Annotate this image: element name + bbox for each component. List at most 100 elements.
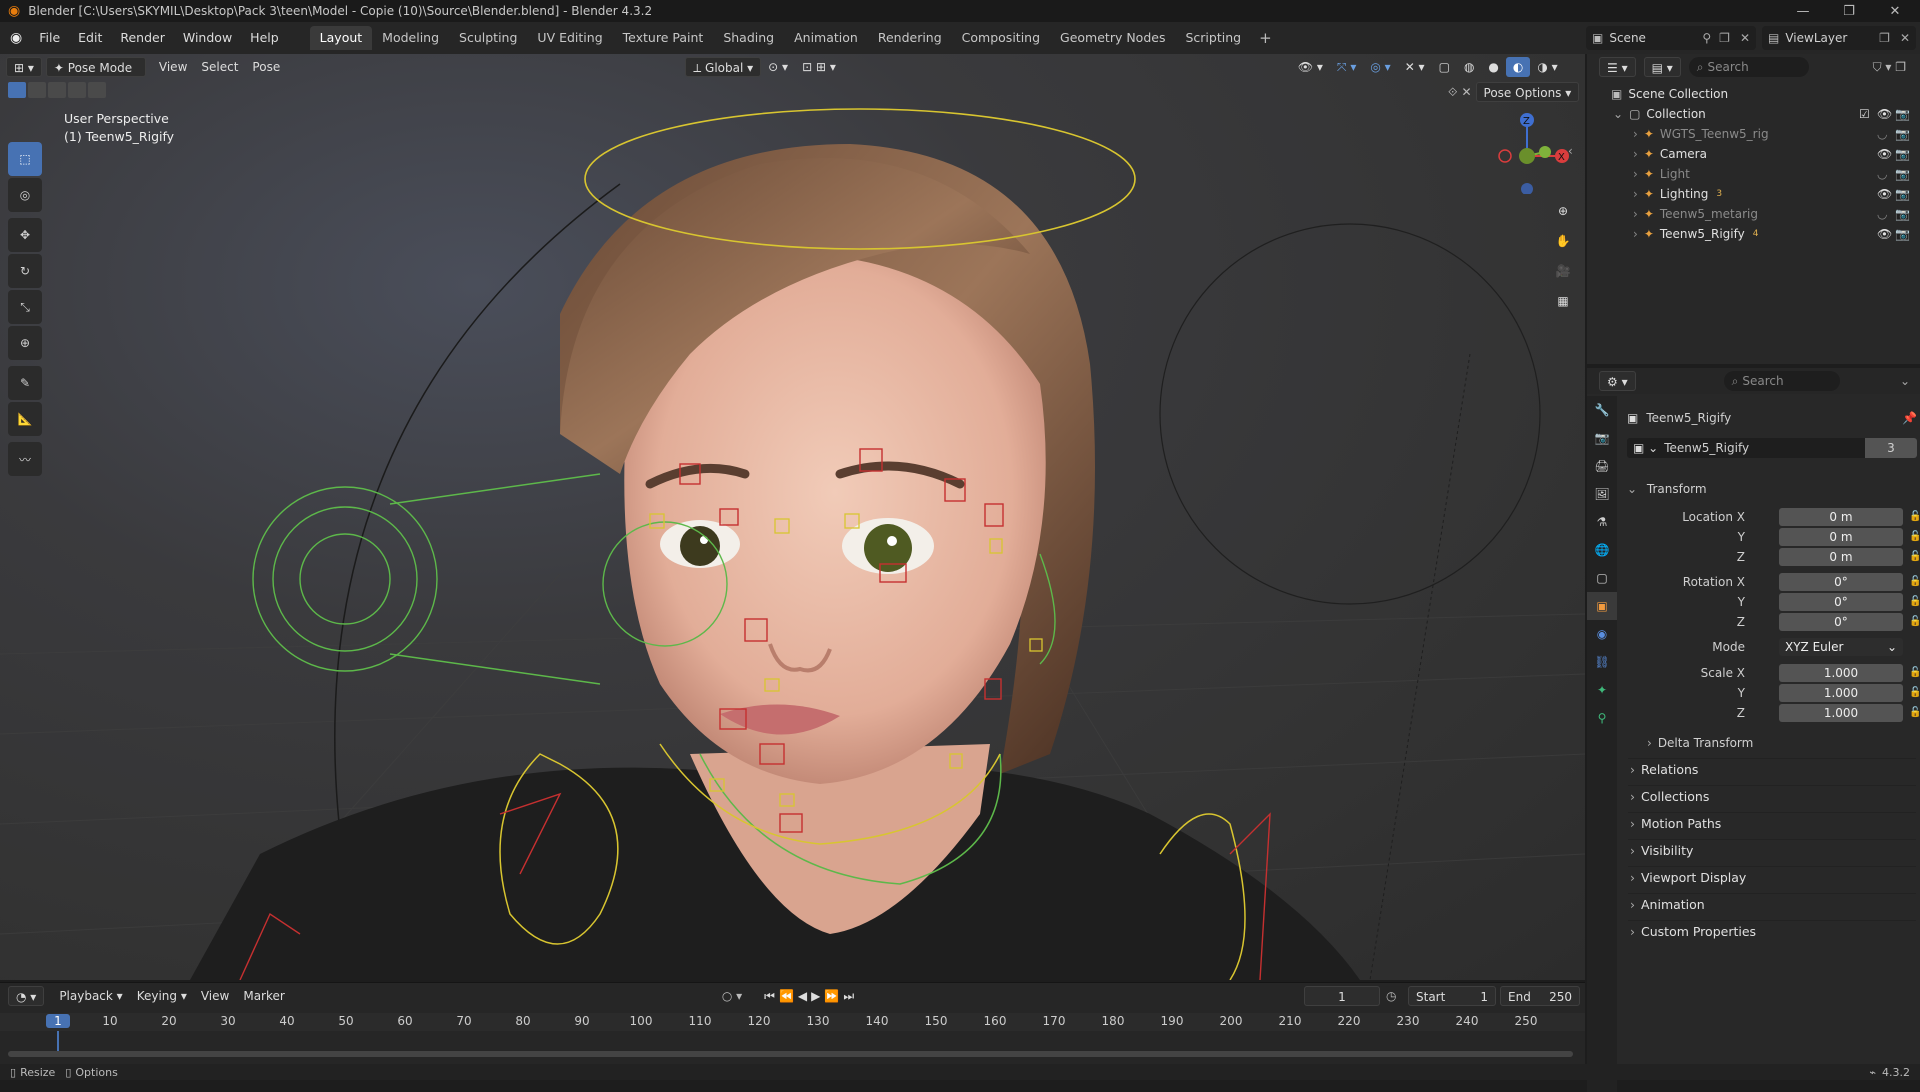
menu-edit[interactable]: Edit bbox=[69, 22, 111, 54]
view-layer-tab-icon[interactable]: 🖼 bbox=[1587, 480, 1617, 508]
jump-end-icon[interactable]: ⏭ bbox=[843, 989, 858, 1003]
camera-render-icon[interactable]: 📷 bbox=[1895, 207, 1910, 221]
collection-tab-icon[interactable]: ▢ bbox=[1587, 564, 1617, 592]
cursor-tool-icon[interactable]: ◎ bbox=[8, 178, 42, 212]
menu-playback[interactable]: Playback ▾ bbox=[52, 986, 129, 1006]
menu-timeline-view[interactable]: View bbox=[194, 986, 236, 1006]
scale-z-field[interactable]: 1.000 bbox=[1779, 704, 1903, 722]
overlay-toggle-icon[interactable]: ◎ ▾ bbox=[1363, 57, 1397, 77]
preview-range-icon[interactable]: ◷ bbox=[1386, 989, 1396, 1003]
lock-icon[interactable]: 🔓 • bbox=[1909, 684, 1920, 702]
visibility-icon[interactable]: 👁 ▾ bbox=[1291, 57, 1330, 77]
render-tab-icon[interactable]: 📷 bbox=[1587, 424, 1617, 452]
outliner-item[interactable]: › ✦ Teenw5_Rigify 4 👁 📷 bbox=[1587, 224, 1920, 244]
constraints-tab-icon[interactable]: ⛓ bbox=[1587, 648, 1617, 676]
tab-modeling[interactable]: Modeling bbox=[372, 26, 449, 50]
datablock-users[interactable]: 3 bbox=[1865, 438, 1917, 458]
remove-scene-icon[interactable]: ✕ bbox=[1734, 31, 1756, 45]
scene-selector[interactable]: ▣ Scene ⚲ ❐ ✕ bbox=[1586, 26, 1756, 50]
start-frame-field[interactable]: Start 1 bbox=[1408, 986, 1496, 1006]
rotation-x-field[interactable]: 0° bbox=[1779, 573, 1903, 591]
menu-file[interactable]: File bbox=[30, 22, 69, 54]
navigation-gizmo[interactable]: Z X bbox=[1490, 104, 1570, 194]
play-reverse-icon[interactable]: ◀ bbox=[798, 989, 811, 1003]
viewlayer-selector[interactable]: ▤ ViewLayer ❐ ✕ bbox=[1762, 26, 1916, 50]
delta-transform-header[interactable]: › Delta Transform bbox=[1647, 732, 1753, 754]
properties-search-input[interactable]: ⌕ Search bbox=[1723, 371, 1840, 391]
eye-icon[interactable]: 👁 bbox=[1877, 227, 1892, 241]
snap-icon[interactable]: ⊡ ⊞ ▾ bbox=[795, 57, 843, 77]
outliner-item[interactable]: › ✦ Lighting 3 👁 📷 bbox=[1587, 184, 1920, 204]
camera-view-icon[interactable]: 🎥 bbox=[1548, 256, 1578, 286]
maximize-button[interactable]: ❐ bbox=[1826, 0, 1872, 22]
blender-menu-icon[interactable]: ◉ bbox=[0, 30, 30, 46]
transform-header[interactable]: ⌄ Transform bbox=[1627, 478, 1917, 500]
menu-pose[interactable]: Pose bbox=[245, 57, 287, 77]
sidebar-toggle-icon[interactable]: ‹ bbox=[1568, 144, 1573, 158]
datablock-selector[interactable]: ▣ ⌄ Teenw5_Rigify 3 bbox=[1627, 438, 1917, 458]
pivot-icon[interactable]: ⊙ ▾ bbox=[761, 57, 795, 77]
location-z-field[interactable]: 0 m bbox=[1779, 548, 1903, 566]
lock-icon[interactable]: 🔓 • bbox=[1909, 704, 1920, 722]
next-key-icon[interactable]: ⏩ bbox=[824, 989, 843, 1003]
outliner-search-input[interactable]: ⌕ Search bbox=[1688, 57, 1809, 77]
lock-icon[interactable]: 🔓 • bbox=[1909, 613, 1920, 631]
shading-wireframe-icon[interactable]: ◍ bbox=[1457, 57, 1481, 77]
camera-render-icon[interactable]: 📷 bbox=[1895, 107, 1910, 121]
measure-tool-icon[interactable]: 📐 bbox=[8, 402, 42, 436]
pose-options-button[interactable]: Pose Options ▾ bbox=[1475, 82, 1580, 102]
xray-icon[interactable]: ▢ bbox=[1432, 57, 1457, 77]
editor-type-icon[interactable]: ⊞ ▾ bbox=[6, 57, 42, 77]
menu-marker[interactable]: Marker bbox=[236, 986, 291, 1006]
new-viewlayer-icon[interactable]: ❐ bbox=[1875, 31, 1894, 45]
lock-icon[interactable]: 🔓 • bbox=[1909, 508, 1920, 526]
camera-render-icon[interactable]: 📷 bbox=[1895, 227, 1910, 241]
section-header[interactable]: › Custom Properties bbox=[1628, 920, 1916, 942]
tab-uv-editing[interactable]: UV Editing bbox=[527, 26, 612, 50]
tab-texture-paint[interactable]: Texture Paint bbox=[613, 26, 714, 50]
section-header[interactable]: › Motion Paths bbox=[1628, 812, 1916, 834]
select-extend-icon[interactable] bbox=[28, 82, 46, 98]
expand-chevron-down-icon[interactable]: ⌄ bbox=[1613, 107, 1623, 121]
expand-chevron-right-icon[interactable]: › bbox=[1633, 127, 1638, 141]
lock-icon[interactable]: 🔓 • bbox=[1909, 664, 1920, 682]
scale-x-field[interactable]: 1.000 bbox=[1779, 664, 1903, 682]
transform-affect-icon[interactable]: ⟐ bbox=[1448, 85, 1457, 100]
tab-rendering[interactable]: Rendering bbox=[868, 26, 952, 50]
pin-properties-icon[interactable]: 📌 bbox=[1902, 411, 1917, 425]
shading-material-icon[interactable]: ◐ bbox=[1505, 57, 1531, 77]
scale-tool-icon[interactable]: ⤡ bbox=[8, 290, 42, 324]
timeline-editor-type-icon[interactable]: ◔ ▾ bbox=[8, 986, 45, 1006]
pin-icon[interactable]: ⚲ bbox=[1698, 31, 1715, 45]
mode-selector[interactable]: ✦ Pose Mode ▾ bbox=[45, 57, 146, 95]
relax-pose-tool-icon[interactable]: 〰 bbox=[8, 442, 42, 476]
expand-chevron-right-icon[interactable]: › bbox=[1633, 187, 1638, 201]
current-frame-field[interactable]: 1 bbox=[1304, 986, 1380, 1006]
tab-sculpting[interactable]: Sculpting bbox=[449, 26, 527, 50]
keyframe-dot-icon[interactable]: • bbox=[1909, 638, 1920, 656]
select-new-icon[interactable] bbox=[8, 82, 26, 98]
lock-icon[interactable]: 🔓 • bbox=[1909, 548, 1920, 566]
tab-scripting[interactable]: Scripting bbox=[1175, 26, 1251, 50]
eye-icon[interactable]: ◡ bbox=[1877, 207, 1887, 221]
expand-chevron-right-icon[interactable]: › bbox=[1633, 167, 1638, 181]
3d-viewport[interactable]: ⊞ ▾ ✦ Pose Mode ▾ View Select Pose ⟂ Glo… bbox=[0, 54, 1585, 980]
lock-icon[interactable]: 🔓 • bbox=[1909, 528, 1920, 546]
prev-key-icon[interactable]: ⏪ bbox=[779, 989, 798, 1003]
rotation-mode-select[interactable]: XYZ Euler ⌄ bbox=[1779, 638, 1903, 656]
end-frame-field[interactable]: End 250 bbox=[1500, 986, 1580, 1006]
remove-viewlayer-icon[interactable]: ✕ bbox=[1894, 31, 1916, 45]
properties-dropdown-icon[interactable]: ⌄ bbox=[1900, 374, 1910, 388]
section-header[interactable]: › Relations bbox=[1628, 758, 1916, 780]
scale-y-field[interactable]: 1.000 bbox=[1779, 684, 1903, 702]
eye-icon[interactable]: 👁 bbox=[1877, 187, 1892, 201]
minimize-button[interactable]: — bbox=[1780, 0, 1826, 22]
eye-icon[interactable]: ◡ bbox=[1877, 167, 1887, 181]
properties-editor-type-icon[interactable]: ⚙ ▾ bbox=[1599, 371, 1636, 391]
tool-tab-icon[interactable]: 🔧 bbox=[1587, 396, 1617, 424]
select-box-tool-icon[interactable]: ⬚ bbox=[8, 142, 42, 176]
ortho-grid-icon[interactable]: ▦ bbox=[1548, 286, 1578, 316]
outliner-editor-type-icon[interactable]: ☰ ▾ bbox=[1599, 57, 1636, 77]
armature-data-tab-icon[interactable]: ✦ bbox=[1587, 676, 1617, 704]
camera-render-icon[interactable]: 📷 bbox=[1895, 187, 1910, 201]
